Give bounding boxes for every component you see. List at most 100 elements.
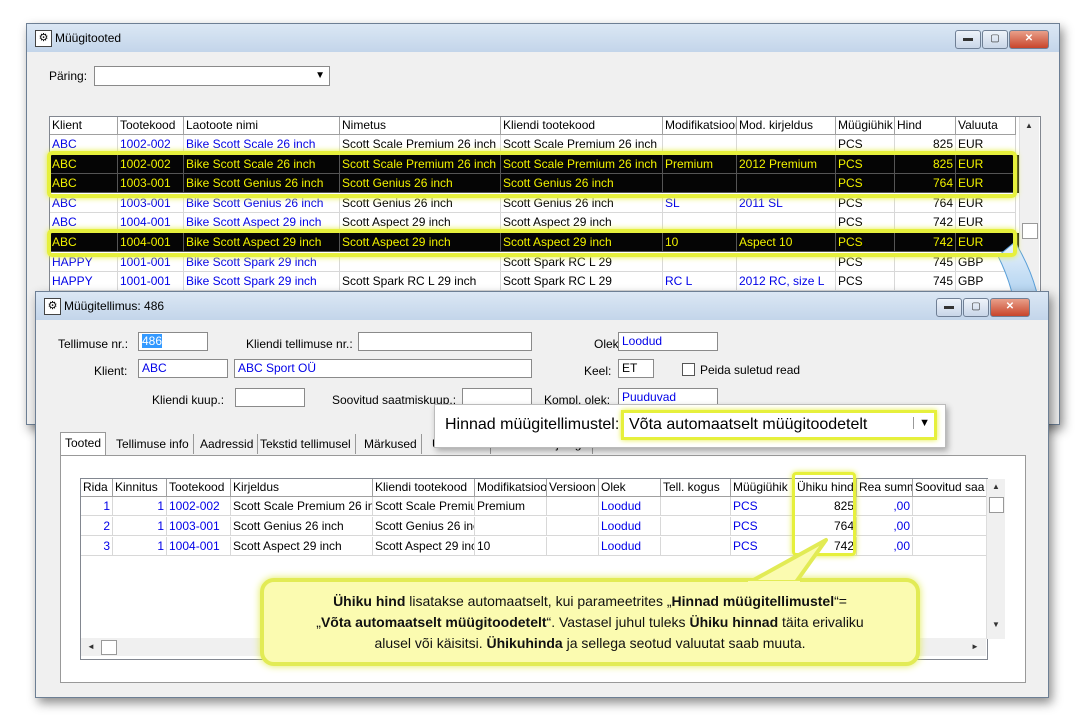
table-cell: Scott Scale Premium 26 inch [231, 497, 373, 516]
table-cell: 3 [81, 537, 113, 556]
client-order-nr-field[interactable] [358, 332, 532, 351]
callout-text: “. Vastasel juhul tuleks [546, 614, 690, 630]
callout-line-1: Ühiku hind lisatakse automaatselt, kui p… [264, 591, 916, 612]
column-header[interactable]: Müügiühik [731, 479, 795, 497]
scroll-up-icon[interactable]: ▲ [988, 479, 1004, 495]
order-nr-label: Tellimuse nr.: [58, 337, 129, 351]
table-cell: Loodud [599, 517, 661, 536]
close-button[interactable]: ✕ [1009, 30, 1049, 49]
column-header[interactable]: Müügiühik [836, 117, 895, 135]
scroll-down-icon[interactable]: ▼ [988, 617, 1004, 633]
table-cell [661, 537, 731, 556]
column-header[interactable]: Laotoote nimi [184, 117, 340, 135]
price-setting-value: Võta automaatselt müügitoodetelt [629, 416, 868, 433]
hide-closed-label: Peida suletud read [700, 363, 801, 377]
table-cell: Loodud [599, 537, 661, 556]
close-button[interactable]: ✕ [990, 298, 1030, 317]
table-cell: Bike Scott Spark 29 inch [184, 272, 340, 291]
query-select[interactable]: ▼ [94, 66, 330, 86]
callout-text: lisatakse automaatselt, kui parameetrite… [405, 593, 672, 609]
table-cell: Scott Aspect 29 inch [231, 537, 373, 556]
column-header[interactable]: Tootekood [167, 479, 231, 497]
column-header[interactable]: Rida [81, 479, 113, 497]
scroll-thumb[interactable] [989, 497, 1004, 513]
scroll-right-icon[interactable]: ► [967, 639, 983, 655]
column-header[interactable]: Tootekood [118, 117, 184, 135]
status-field[interactable]: Loodud [618, 332, 718, 351]
callout-line-2: „Võta automaatselt müügitoodetelt“. Vast… [264, 612, 916, 633]
client-name-field[interactable]: ABC Sport OÜ [234, 359, 532, 378]
callout-text: alusel või käisitsi. [374, 635, 487, 651]
scroll-left-icon[interactable]: ◄ [83, 639, 99, 655]
table-cell: PCS [836, 272, 895, 291]
table-cell: 1001-001 [118, 272, 184, 291]
table-cell: 1 [113, 517, 167, 536]
table-cell [913, 497, 987, 516]
hscroll-thumb[interactable] [101, 640, 117, 655]
column-header[interactable]: Kirjeldus [231, 479, 373, 497]
price-setting-popup: Hinnad müügitellimustel: Võta automaatse… [434, 404, 946, 448]
column-header[interactable]: Modifikatsioon [663, 117, 737, 135]
client-date-label: Kliendi kuup.: [152, 393, 225, 407]
table-cell: Scott Scale Premium [373, 497, 475, 516]
column-header[interactable]: Kliendi tootekood [501, 117, 663, 135]
column-header[interactable]: Modifikatsioon [475, 479, 547, 497]
order-titlebar: ⚙ Müügitellimus: 486 ▬ ▢ ✕ [36, 292, 1048, 320]
column-header[interactable]: Rea summa [857, 479, 913, 497]
tab-aadressid[interactable]: Aadressid [196, 434, 259, 454]
table-cell: ,00 [857, 497, 913, 516]
callout-term: Ühikuhinda [486, 635, 563, 651]
table-row[interactable]: HAPPY 1001-001 Bike Scott Spark 29 inch Sco… [50, 272, 1020, 291]
tab-tellimuse-info[interactable]: Tellimuse info [112, 434, 194, 454]
table-cell: 1 [81, 497, 113, 516]
column-header[interactable]: Mod. kirjeldus [737, 117, 836, 135]
table-cell: Scott Spark RC L 29 [501, 272, 663, 291]
callout-text: ja sellega seotud valuutat saab muuta. [562, 635, 806, 651]
language-label: Keel: [584, 364, 612, 378]
table-cell: ,00 [857, 517, 913, 536]
maximize-button[interactable]: ▢ [982, 30, 1008, 49]
table-cell: Premium [475, 497, 547, 516]
tab-tekstid[interactable]: Tekstid tellimusel [256, 434, 356, 454]
column-header[interactable]: Valuuta [956, 117, 1016, 135]
table-cell: Loodud [599, 497, 661, 516]
maximize-button[interactable]: ▢ [963, 298, 989, 317]
order-nr-field[interactable]: 486 [138, 332, 208, 351]
column-header[interactable]: Hind [895, 117, 956, 135]
row-highlight [47, 229, 1017, 257]
table-cell: 1004-001 [167, 537, 231, 556]
tab-markused[interactable]: Märkused [360, 434, 422, 454]
scroll-thumb[interactable] [1022, 223, 1038, 239]
column-header[interactable]: Soovitud saa [913, 479, 987, 497]
language-field[interactable]: ET [618, 359, 654, 378]
order-lines-vscroll[interactable]: ▲ ▼ [986, 479, 1005, 639]
products-grid[interactable]: Klient Tootekood Laotoote nimi Nimetus Klien… [49, 116, 1041, 292]
column-header[interactable]: Kinnitus [113, 479, 167, 497]
chevron-down-icon: ▼ [315, 70, 325, 81]
table-cell: Scott Aspect 29 inch [373, 537, 475, 556]
table-cell: 2 [81, 517, 113, 536]
client-date-field[interactable] [235, 388, 305, 407]
column-header[interactable]: Nimetus [340, 117, 501, 135]
table-cell: Scott Genius 26 inch [231, 517, 373, 536]
column-header[interactable]: Versioon [547, 479, 599, 497]
callout-term: Ühiku hind [333, 593, 406, 609]
column-header[interactable]: Tell. kogus [661, 479, 731, 497]
column-header[interactable]: Olek [599, 479, 661, 497]
minimize-button[interactable]: ▬ [955, 30, 981, 49]
window-title: Müügitooted [55, 31, 122, 45]
hide-closed-checkbox[interactable] [682, 363, 695, 376]
scroll-up-icon[interactable]: ▲ [1021, 118, 1037, 134]
tab-tooted[interactable]: Tooted [60, 432, 107, 455]
callout-term: Hinnad müügitellimustel [671, 593, 835, 609]
table-cell: Scott Spark RC L 29 inch [340, 272, 501, 291]
row-highlight [47, 150, 1017, 198]
column-header[interactable]: Kliendi tootekood [373, 479, 475, 497]
price-setting-select[interactable]: Võta automaatselt müügitoodetelt ▼ [621, 410, 937, 440]
client-code-field[interactable]: ABC [138, 359, 228, 378]
column-header[interactable]: Klient [50, 117, 118, 135]
chevron-down-icon[interactable]: ▼ [913, 417, 930, 429]
minimize-button[interactable]: ▬ [936, 298, 962, 317]
query-label: Päring: [49, 69, 88, 83]
window-title: Müügitellimus: 486 [64, 299, 165, 313]
